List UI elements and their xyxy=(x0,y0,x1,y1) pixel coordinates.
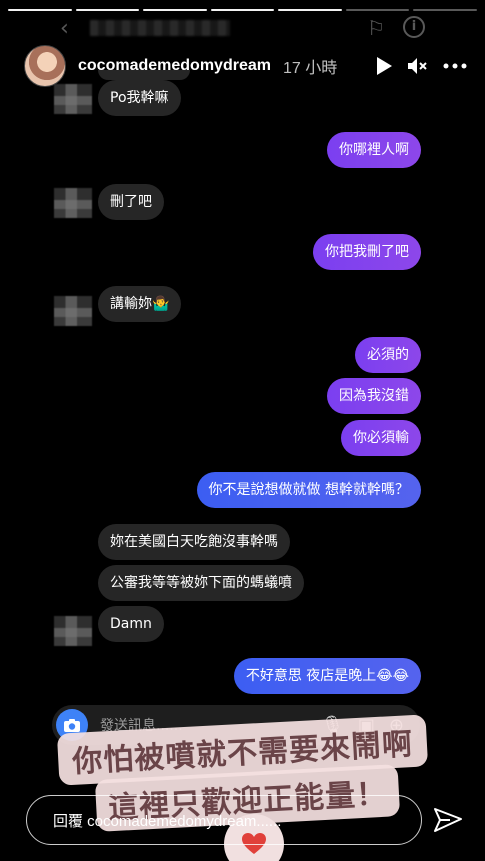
outgoing-message: 不好意思 夜店是晚上😂😂 xyxy=(233,658,421,694)
outgoing-message: 你必須輸 xyxy=(341,420,421,456)
flag-icon: ⚐ xyxy=(367,16,385,40)
play-icon[interactable] xyxy=(375,56,393,76)
incoming-message: 妳在美國白天吃飽沒事幹嗎 xyxy=(98,524,290,560)
blurred-avatar xyxy=(54,296,92,326)
outgoing-message: 因為我沒錯 xyxy=(327,378,421,414)
post-time: 17 小時 xyxy=(282,60,338,77)
blurred-avatar xyxy=(54,84,92,114)
progress-segment xyxy=(210,9,275,11)
avatar[interactable] xyxy=(24,45,66,87)
incoming-message: 公審我等等被妳下面的螞蟻噴 xyxy=(98,565,304,601)
progress-segment xyxy=(8,9,72,11)
story-progress-bar xyxy=(8,9,478,12)
outgoing-message: 你哪裡人啊 xyxy=(327,132,421,168)
send-icon[interactable] xyxy=(432,804,464,836)
back-arrow-icon: ‹ xyxy=(60,16,69,41)
username[interactable]: cocomademedomydream xyxy=(78,57,271,75)
progress-segment xyxy=(143,9,207,11)
mute-icon[interactable] xyxy=(407,56,429,76)
outgoing-message: 你不是說想做就做 想幹就幹嗎？ xyxy=(196,472,421,508)
blurred-avatar xyxy=(54,188,92,218)
progress-segment xyxy=(75,9,140,11)
more-options-icon[interactable] xyxy=(443,63,467,69)
chat-screenshot: Po我幹嘛 你哪裡人啊 刪了吧 你把我刪了吧 講輸妳🤷‍♂️ 必須的 因為我沒錯… xyxy=(0,70,485,710)
progress-segment xyxy=(345,9,410,11)
outgoing-message: 必須的 xyxy=(355,337,421,373)
reply-input[interactable]: 回覆 cocomademedomydream...... xyxy=(26,795,422,845)
incoming-message: 刪了吧 xyxy=(98,184,164,220)
story-header: cocomademedomydream 17 小時 xyxy=(24,44,467,88)
info-icon: i xyxy=(403,16,425,38)
progress-segment xyxy=(413,9,478,11)
reply-placeholder: 回覆 cocomademedomydream...... xyxy=(53,812,282,830)
incoming-message: 講輸妳🤷‍♂️ xyxy=(98,286,182,322)
screenshot-header: ‹ ⚐ i xyxy=(58,14,425,44)
progress-segment xyxy=(278,9,342,11)
incoming-message: Damn xyxy=(98,606,164,642)
header-controls xyxy=(375,56,467,76)
blurred-avatar xyxy=(54,616,92,646)
outgoing-message: 你把我刪了吧 xyxy=(313,234,421,270)
blurred-contact-name xyxy=(90,20,230,36)
